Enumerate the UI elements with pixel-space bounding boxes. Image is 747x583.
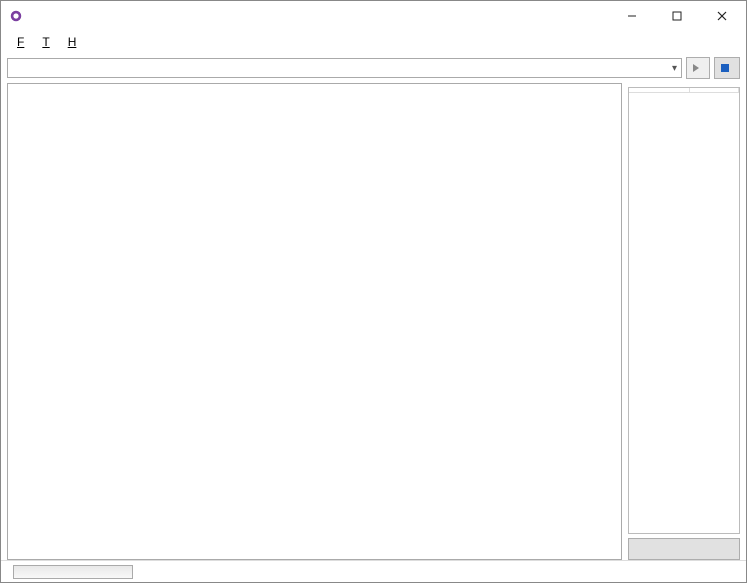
case-panel [628,87,740,534]
start-button[interactable] [686,57,710,79]
app-icon [9,9,23,23]
play-icon [693,64,699,72]
stop-icon [721,64,729,72]
buffer-usage-bar [13,565,133,579]
minimize-button[interactable] [609,2,654,30]
chevron-down-icon: ▾ [672,63,677,74]
case-table[interactable] [629,88,739,533]
title-bar [1,1,746,31]
toolbar: ▾ [1,55,746,81]
stop-button[interactable] [714,57,740,79]
case-col-filename[interactable] [629,88,690,92]
images-grid[interactable] [7,84,622,560]
case-col-md5[interactable] [690,88,740,92]
maximize-button[interactable] [654,2,699,30]
adapter-select[interactable]: ▾ [7,58,682,78]
menu-file[interactable]: F [9,33,32,51]
menu-bar: F T H [1,31,746,55]
menu-help[interactable]: H [60,33,85,51]
close-button[interactable] [699,2,744,30]
menu-tools[interactable]: T [34,33,57,51]
reload-case-files-button[interactable] [628,538,740,560]
status-bar [1,560,746,582]
